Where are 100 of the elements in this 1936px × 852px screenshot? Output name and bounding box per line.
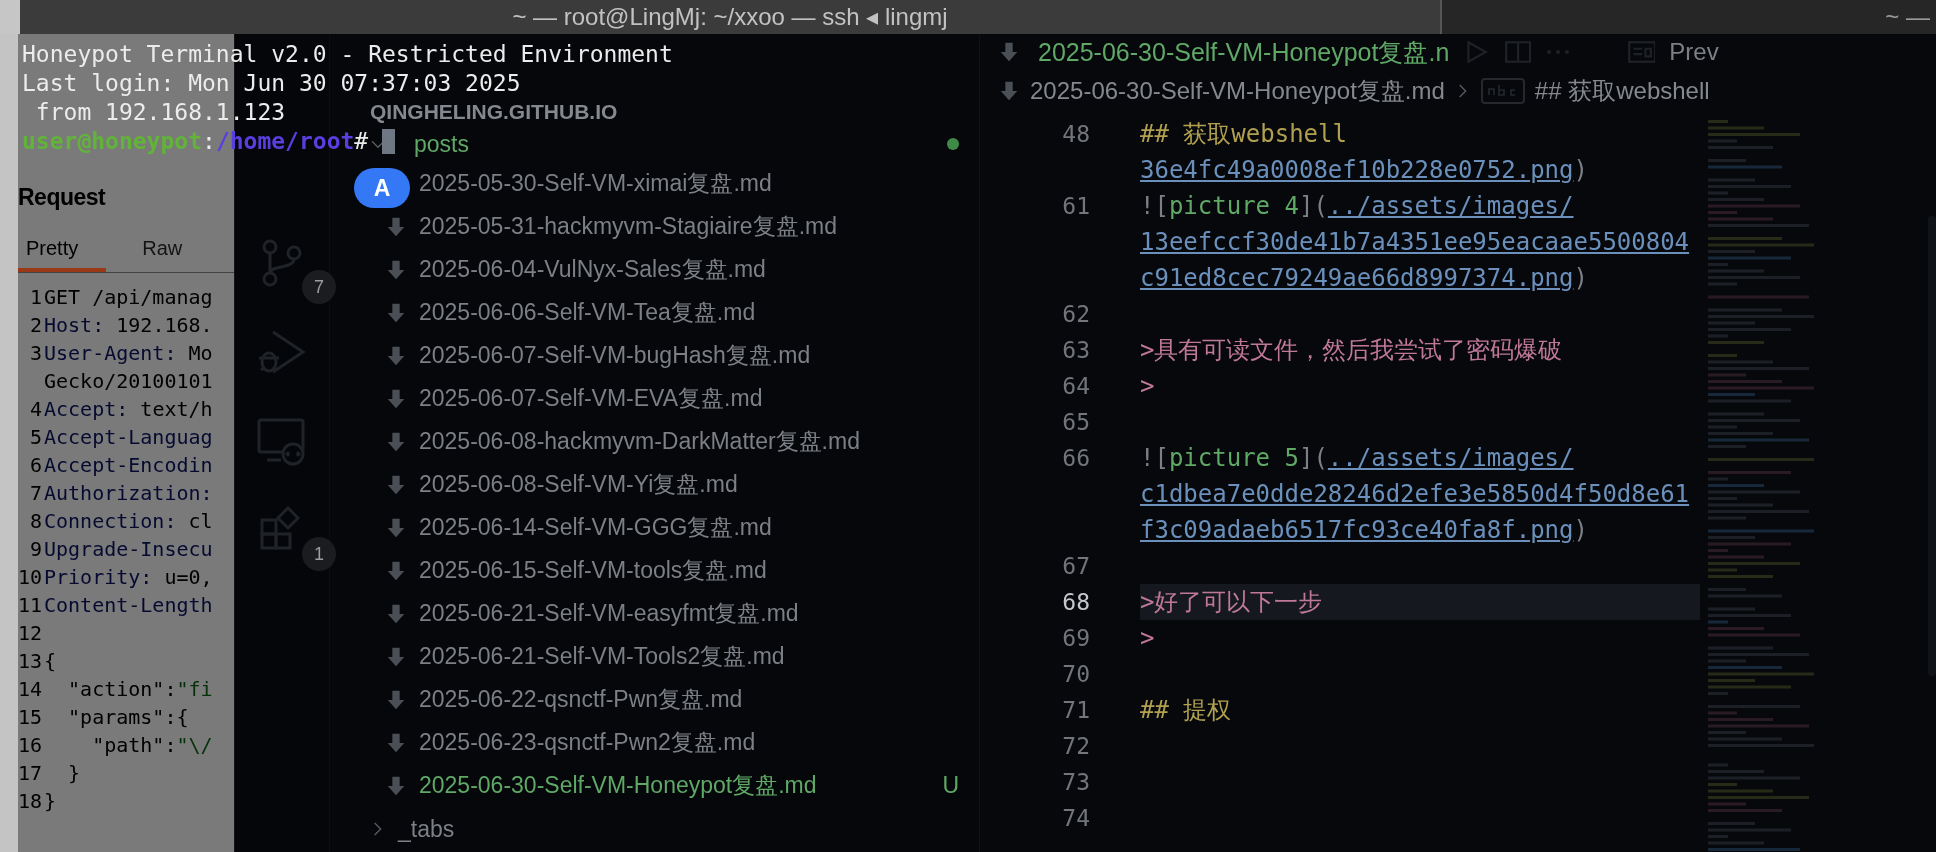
line-number: 61 <box>1061 193 1090 219</box>
line-number: 18 <box>18 789 42 813</box>
file-item[interactable]: 2025-06-15-Self-VM-tools复盘.md <box>419 555 767 586</box>
request-line: Gecko/20100101 <box>44 369 213 393</box>
line-number: 8 <box>28 509 42 533</box>
line-number: 11 <box>18 593 42 617</box>
code-line: > <box>1140 371 1156 402</box>
request-line: } <box>67 761 81 785</box>
line-number: 14 <box>18 677 42 701</box>
line-number: 17 <box>18 761 42 785</box>
request-line: User-Agent: Mo <box>44 341 213 365</box>
file-item[interactable]: 2025-05-31-hackmyvm-Stagiaire复盘.md <box>419 211 837 242</box>
line-number: 9 <box>28 537 42 561</box>
text-cursor <box>382 129 396 154</box>
code-line: ![picture 5](../assets/images/ <box>1140 443 1575 474</box>
code-line: c91ed8cec79249ae66d8997374.png) <box>1140 263 1589 294</box>
git-status: U <box>942 772 959 799</box>
code-line: ## 获取webshell <box>1140 119 1348 150</box>
line-number: 65 <box>1061 409 1090 435</box>
line-number: 68 <box>1061 589 1090 615</box>
line-number: 3 <box>28 341 42 365</box>
line-number: 73 <box>1061 769 1090 795</box>
breadcrumb-item[interactable]: 2025-06-30-Self-VM-Honeypot复盘.md <box>1030 75 1445 107</box>
request-line: "action":"fi <box>67 677 213 701</box>
file-item[interactable]: 2025-06-22-qsnctf-Pwn复盘.md <box>419 684 743 715</box>
line-number: 5 <box>28 425 42 449</box>
view-tab[interactable]: Raw <box>134 231 211 272</box>
line-number: 66 <box>1061 445 1090 471</box>
file-item[interactable]: 2025-05-30-Self-VM-ximai复盘.md <box>419 168 772 199</box>
file-item[interactable]: 2025-06-04-VulNyx-Sales复盘.md <box>419 254 766 285</box>
count-badge: 1 <box>302 537 336 571</box>
file-item[interactable]: 2025-06-23-qsnctf-Pwn2复盘.md <box>419 727 756 758</box>
line-number: 15 <box>18 705 42 729</box>
window-title: ~ — root@LingMj: ~/xxoo — ssh ◂ lingmj <box>20 0 1442 34</box>
preview-icon[interactable] <box>1625 39 1656 65</box>
request-line: Accept-Encodin <box>44 453 213 477</box>
request-line: Host: 192.168. <box>44 313 213 337</box>
split-editor-icon[interactable] <box>1503 39 1532 65</box>
request-line: GET /api/manag <box>44 285 213 309</box>
request-line: } <box>44 789 57 813</box>
file-item[interactable]: 2025-06-06-Self-VM-Tea复盘.md <box>419 297 756 328</box>
line-number: 7 <box>28 481 42 505</box>
request-line: Priority: u=0, <box>44 565 213 589</box>
window-edge <box>0 0 20 34</box>
code-line: >具有可读文件，然后我尝试了密码爆破 <box>1140 335 1564 366</box>
folder-label[interactable]: posts <box>414 130 469 158</box>
code-line: 13eefccf30de41b7a4351ee95eacaae5500804 <box>1140 227 1691 258</box>
request-line: Connection: cl <box>44 509 213 533</box>
editor-tab[interactable]: 2025-06-30-Self-VM-Honeypot复盘.n <box>1038 35 1450 69</box>
arrow-down-icon <box>998 79 1020 103</box>
line-number: 72 <box>1061 733 1090 759</box>
abc-icon <box>1480 77 1525 105</box>
breadcrumb-item[interactable]: ## 获取webshell <box>1534 75 1710 107</box>
code-line: c1dbea7e0dde28246d2efe3e5850d4f50d8e61 <box>1140 479 1691 510</box>
request-line: "params":{ <box>67 705 189 729</box>
line-number: 62 <box>1061 301 1090 327</box>
code-line: > <box>1140 623 1156 654</box>
code-line: ![picture 4](../assets/images/ <box>1140 191 1575 222</box>
count-badge: 7 <box>302 270 336 304</box>
line-number: 1 <box>28 285 42 309</box>
line-number: 69 <box>1061 625 1090 651</box>
request-line: { <box>44 649 57 673</box>
panel-heading: Request <box>18 184 107 211</box>
request-line: Accept-Languag <box>44 425 213 449</box>
file-item[interactable]: 2025-06-30-Self-VM-Honeypot复盘.md <box>419 770 817 801</box>
line-number: 48 <box>1061 121 1090 147</box>
file-item[interactable]: 2025-06-08-Self-VM-Yi复盘.md <box>419 469 738 500</box>
request-line: Authorization: <box>44 481 213 505</box>
preview-label[interactable]: Prev <box>1669 38 1719 66</box>
workspace-name: QINGHELING.GITHUB.IO <box>369 99 618 125</box>
file-item[interactable]: 2025-06-14-Self-VM-GGG复盘.md <box>419 512 772 543</box>
view-tab[interactable]: Pretty <box>18 231 107 272</box>
file-item[interactable]: 2025-06-07-Self-VM-bugHash复盘.md <box>419 340 811 371</box>
line-number: 6 <box>28 453 42 477</box>
request-line: Upgrade-Insecu <box>44 537 213 561</box>
line-number: 16 <box>18 733 42 757</box>
line-number: 2 <box>28 313 42 337</box>
code-line: 36e4fc49a0008ef10b228e0752.png) <box>1140 155 1589 186</box>
more-icon[interactable] <box>1545 47 1572 57</box>
line-number: 13 <box>18 649 42 673</box>
folder-label[interactable]: _tabs <box>398 815 455 843</box>
window-title: ~ — <box>1442 0 1936 34</box>
line-number: 12 <box>18 621 42 645</box>
request-line: Content-Length <box>44 593 213 617</box>
request-line: Accept: text/h <box>44 397 213 421</box>
line-number: 64 <box>1061 373 1090 399</box>
arrow-down-icon <box>998 40 1020 64</box>
file-item[interactable]: 2025-06-21-Self-VM-easyfmt复盘.md <box>419 598 799 629</box>
file-item[interactable]: 2025-06-21-Self-VM-Tools2复盘.md <box>419 641 785 672</box>
line-number: 74 <box>1061 805 1090 831</box>
terminal-line: Last login: Mon Jun 30 07:37:03 2025 <box>22 69 521 98</box>
line-number: 4 <box>28 397 42 421</box>
line-number: 67 <box>1061 553 1090 579</box>
file-item[interactable]: 2025-06-07-Self-VM-EVA复盘.md <box>419 383 763 414</box>
request-line: "path":"\/ <box>91 733 213 757</box>
code-line: f3c09adaeb6517fc93ce40fa8f.png) <box>1140 515 1589 546</box>
line-number: 63 <box>1061 337 1090 363</box>
code-line: ## 提权 <box>1140 695 1233 726</box>
file-item[interactable]: 2025-06-08-hackmyvm-DarkMatter复盘.md <box>419 426 860 457</box>
line-number: 70 <box>1061 661 1090 687</box>
